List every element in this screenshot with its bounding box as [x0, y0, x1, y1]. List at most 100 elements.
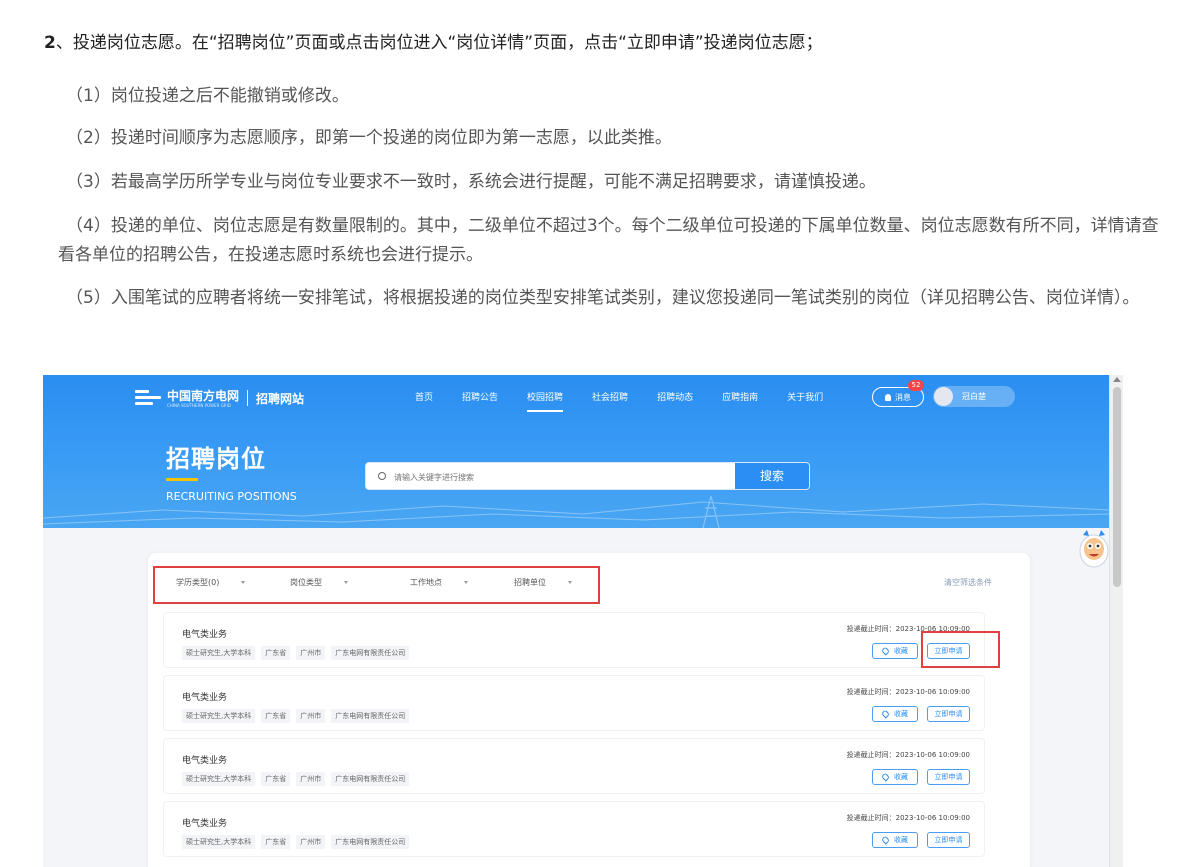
job-title: 电气类业务 [182, 819, 228, 829]
tag-province: 广东省 [261, 835, 291, 849]
filter-position-type-label: 岗位类型 [290, 578, 322, 587]
chevron-down-icon [568, 581, 572, 584]
filter-location-label: 工作地点 [410, 578, 442, 587]
step-heading-text: 、投递岗位志愿。在“招聘岗位”页面或点击岗位进入“岗位详情”页面，点击“立即申请… [55, 33, 823, 53]
messages-label: 消息 [895, 392, 911, 402]
scrollbar-thumb[interactable] [1113, 387, 1121, 587]
favorite-label: 收藏 [894, 647, 908, 655]
search-box: 搜索 [365, 462, 810, 490]
heart-icon [880, 835, 891, 845]
step-heading: 2、投递岗位志愿。在“招聘岗位”页面或点击岗位进入“岗位详情”页面，点击“立即申… [44, 28, 1164, 58]
user-menu[interactable]: 冠白楚 [933, 386, 1015, 407]
nav-recruitment-news[interactable]: 招聘动态 [657, 390, 693, 403]
step-number: 2 [44, 33, 56, 53]
top-navigation: 中国南方电网 CHINA SOUTHERN POWER GRID 招聘网站 首页… [43, 375, 1109, 421]
job-card[interactable]: 电气类业务 硕士研究生,大学本科 广东省 广州市 广东电网有限责任公司 投递截止… [163, 738, 985, 794]
page-title: 招聘岗位 [166, 445, 266, 473]
favorite-button[interactable]: 收藏 [872, 706, 918, 722]
message-count-badge: 52 [908, 380, 924, 391]
chevron-down-icon [241, 581, 246, 584]
filter-education[interactable]: 学历类型(0) [176, 577, 246, 588]
heart-icon [880, 646, 891, 656]
note-3: （3）若最高学历所学专业与岗位专业要求不一致时，系统会进行提醒，可能不满足招聘要… [66, 172, 876, 192]
note-5: （5）入围笔试的应聘者将统一安排笔试，将根据投递的岗位类型安排笔试类别，建议您投… [66, 288, 1140, 308]
main-nav: 首页 招聘公告 校园招聘 社会招聘 招聘动态 应聘指南 关于我们 [415, 390, 852, 412]
user-name: 冠白楚 [962, 392, 986, 401]
search-button[interactable]: 搜索 [735, 463, 809, 489]
tag-employer: 广东电网有限责任公司 [331, 835, 410, 849]
heart-icon [880, 772, 891, 782]
tag-city: 广州市 [296, 772, 326, 786]
logo-site-name: 招聘网站 [256, 391, 305, 406]
scroll-up-icon[interactable] [1113, 377, 1121, 382]
tag-education: 硕士研究生,大学本科 [182, 709, 256, 723]
tag-province: 广东省 [261, 646, 291, 660]
job-title: 电气类业务 [182, 693, 228, 703]
tag-employer: 广东电网有限责任公司 [331, 772, 410, 786]
job-tags: 硕士研究生,大学本科 广东省 广州市 广东电网有限责任公司 [182, 835, 415, 849]
logo-company-name: 中国南方电网 [167, 388, 240, 403]
job-card[interactable]: 电气类业务 硕士研究生,大学本科 广东省 广州市 广东电网有限责任公司 投递截止… [163, 612, 985, 668]
nav-application-guide[interactable]: 应聘指南 [722, 390, 758, 403]
favorite-label: 收藏 [894, 836, 908, 844]
logo-company-english: CHINA SOUTHERN POWER GRID [167, 402, 231, 408]
search-input[interactable] [394, 469, 724, 485]
job-tags: 硕士研究生,大学本科 广东省 广州市 广东电网有限责任公司 [182, 709, 415, 723]
filter-employer[interactable]: 招聘单位 [514, 577, 572, 588]
title-underline [166, 478, 198, 481]
nav-social-recruitment[interactable]: 社会招聘 [592, 390, 628, 403]
filter-position-type[interactable]: 岗位类型 [290, 577, 348, 588]
tag-education: 硕士研究生,大学本科 [182, 646, 256, 660]
header-banner: 中国南方电网 CHINA SOUTHERN POWER GRID 招聘网站 首页… [43, 375, 1109, 528]
tag-employer: 广东电网有限责任公司 [331, 709, 410, 723]
favorite-button[interactable]: 收藏 [872, 643, 918, 659]
nav-campus-recruitment[interactable]: 校园招聘 [527, 390, 564, 412]
job-deadline: 投递截止时间：2023-10-06 10:09:00 [846, 688, 970, 696]
tag-city: 广州市 [296, 646, 326, 660]
page-subtitle: RECRUITING POSITIONS [166, 490, 297, 503]
favorite-button[interactable]: 收藏 [872, 832, 918, 848]
avatar [934, 387, 953, 406]
chevron-down-icon [344, 581, 348, 584]
tag-city: 广州市 [296, 709, 326, 723]
note-4: （4）投递的单位、岗位志愿是有数量限制的。其中，二级单位不超过3个。每个二级单位… [58, 216, 1159, 265]
search-icon [378, 472, 386, 480]
filter-location[interactable]: 工作地点 [410, 577, 468, 588]
apply-highlight-frame [921, 631, 1000, 668]
job-title: 电气类业务 [182, 756, 228, 766]
job-tags: 硕士研究生,大学本科 广东省 广州市 广东电网有限责任公司 [182, 772, 415, 786]
tag-employer: 广东电网有限责任公司 [331, 646, 410, 660]
clear-filters-link[interactable]: 清空筛选条件 [944, 577, 992, 588]
nav-announcements[interactable]: 招聘公告 [462, 390, 498, 403]
tag-city: 广州市 [296, 835, 326, 849]
website-screenshot: 中国南方电网 CHINA SOUTHERN POWER GRID 招聘网站 首页… [43, 375, 1123, 867]
tag-education: 硕士研究生,大学本科 [182, 835, 256, 849]
job-title: 电气类业务 [182, 630, 228, 640]
screenshot-scrollbar[interactable] [1109, 375, 1123, 867]
filter-education-label: 学历类型(0) [176, 578, 220, 587]
tag-province: 广东省 [261, 772, 291, 786]
mascot-icon[interactable] [1077, 527, 1111, 571]
logo-divider [247, 390, 249, 406]
nav-home[interactable]: 首页 [415, 390, 433, 403]
note-2: （2）投递时间顺序为志愿顺序，即第一个投递的岗位即为第一志愿，以此类推。 [66, 128, 672, 148]
filter-employer-label: 招聘单位 [514, 578, 546, 587]
power-grid-logo-icon [135, 387, 161, 409]
site-logo[interactable]: 中国南方电网 CHINA SOUTHERN POWER GRID 招聘网站 [135, 385, 304, 411]
bell-icon [885, 393, 891, 401]
favorite-label: 收藏 [894, 773, 908, 781]
job-card[interactable]: 电气类业务 硕士研究生,大学本科 广东省 广州市 广东电网有限责任公司 投递截止… [163, 675, 985, 731]
apply-now-button[interactable]: 立即申请 [927, 832, 970, 848]
job-deadline: 投递截止时间：2023-10-06 10:09:00 [846, 814, 970, 822]
apply-now-button[interactable]: 立即申请 [927, 706, 970, 722]
tag-education: 硕士研究生,大学本科 [182, 772, 256, 786]
favorite-button[interactable]: 收藏 [872, 769, 918, 785]
job-tags: 硕士研究生,大学本科 广东省 广州市 广东电网有限责任公司 [182, 646, 415, 660]
job-card[interactable]: 电气类业务 硕士研究生,大学本科 广东省 广州市 广东电网有限责任公司 投递截止… [163, 801, 985, 857]
note-1: （1）岗位投递之后不能撤销或修改。 [66, 86, 349, 106]
favorite-label: 收藏 [894, 710, 908, 718]
apply-now-button[interactable]: 立即申请 [927, 769, 970, 785]
nav-about-us[interactable]: 关于我们 [787, 390, 823, 403]
tag-province: 广东省 [261, 709, 291, 723]
heart-icon [880, 709, 891, 719]
